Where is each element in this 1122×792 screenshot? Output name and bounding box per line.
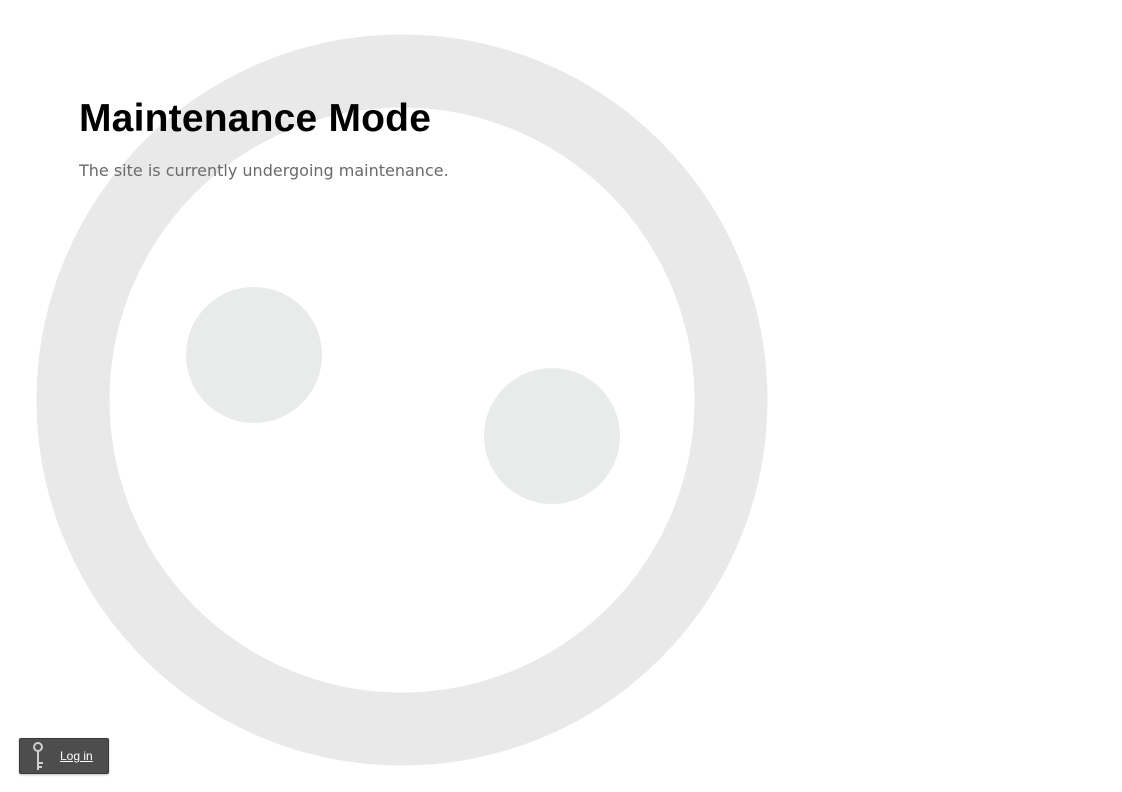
maintenance-message: The site is currently undergoing mainten…	[79, 161, 449, 180]
maintenance-content: Maintenance Mode The site is currently u…	[79, 96, 449, 181]
watermark-right-eye	[484, 368, 620, 504]
watermark-left-eye	[186, 287, 322, 423]
login-button[interactable]: Log in	[19, 738, 109, 774]
page-title: Maintenance Mode	[79, 97, 432, 140]
login-link[interactable]: Log in	[60, 749, 93, 763]
key-icon	[33, 742, 43, 770]
